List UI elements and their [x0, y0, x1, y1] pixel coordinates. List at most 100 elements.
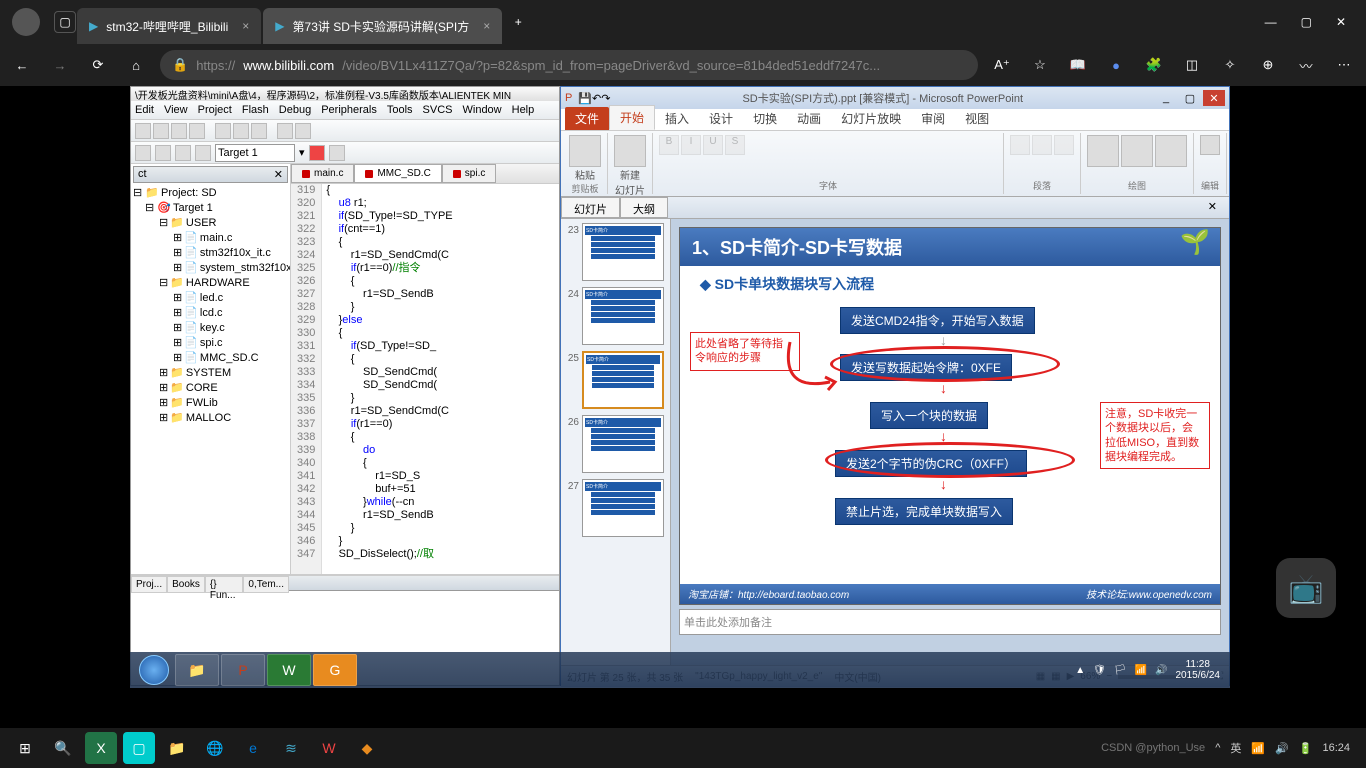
tree-folder[interactable]: ⊞ 📁 SYSTEM: [133, 365, 288, 380]
search-button[interactable]: 🔍: [47, 732, 79, 764]
minimize-icon[interactable]: ―: [1265, 15, 1277, 29]
ribbon-tab[interactable]: 设计: [699, 107, 743, 130]
source-code[interactable]: { u8 r1; if(SD_Type!=SD_TYPE if(cnt==1) …: [322, 184, 456, 574]
system-tray[interactable]: CSDN @python_Use ^ 英 📶 🔊 🔋 16:24: [1101, 740, 1360, 756]
profile-avatar[interactable]: [12, 8, 40, 36]
close-icon[interactable]: ✕: [1203, 90, 1225, 106]
tree-folder[interactable]: ⊞ 📁 FWLib: [133, 395, 288, 410]
cut-icon[interactable]: [215, 123, 231, 139]
ribbon[interactable]: 粘贴 剪贴板 新建 幻灯片 幻灯片 B I U S 字体: [561, 131, 1229, 197]
slide-panel-tabs[interactable]: 幻灯片 大纲 ✕: [561, 197, 1229, 219]
target-selector[interactable]: [215, 144, 295, 162]
tree-folder[interactable]: ⊟ 📁 HARDWARE: [133, 275, 288, 290]
collections-icon[interactable]: ⊕: [1254, 51, 1282, 79]
taskbar-app-excel[interactable]: X: [85, 732, 117, 764]
project-tree[interactable]: ct✕ ⊟ 📁 Project: SD ⊟ 🎯 Target 1 ⊟ 📁 USE…: [131, 164, 291, 574]
maximize-icon[interactable]: ▢: [1301, 15, 1312, 29]
tree-folder[interactable]: ⊟ 📁 USER: [133, 215, 288, 230]
slide-thumbnail[interactable]: 23SD卡简介: [565, 223, 666, 281]
home-button[interactable]: ⌂: [122, 51, 150, 79]
slide-thumbnail[interactable]: 25SD卡简介: [565, 351, 666, 409]
taskbar-app-vscode[interactable]: ≋: [275, 732, 307, 764]
taskbar-app-wps[interactable]: W: [313, 732, 345, 764]
clock[interactable]: 11:28 2015/6/24: [1176, 659, 1221, 681]
win11-taskbar[interactable]: ⊞ 🔍 X ▢ 📁 🌐 e ≋ W ◆ CSDN @python_Use ^ 英…: [0, 728, 1366, 768]
taskbar-app-ppt[interactable]: P: [221, 654, 265, 686]
tree-file[interactable]: ⊞ 📄 stm32f10x_it.c: [133, 245, 288, 260]
paste-icon[interactable]: [569, 135, 601, 167]
win7-taskbar[interactable]: 📁 P W G ▲ 🛡 🏳 📶 🔊 11:28 2015/6/24: [130, 652, 1230, 688]
newslide-icon[interactable]: [614, 135, 646, 167]
bilibili-float-icon[interactable]: 📺: [1276, 558, 1336, 618]
tray-chevron-icon[interactable]: ▲: [1075, 665, 1085, 676]
ribbon-tab[interactable]: 插入: [655, 107, 699, 130]
editor-tabs[interactable]: main.c MMC_SD.C spi.c: [291, 164, 559, 184]
taskbar-app-explorer[interactable]: 📁: [175, 654, 219, 686]
ribbon-tab[interactable]: 视图: [955, 107, 999, 130]
performance-icon[interactable]: 〰: [1292, 51, 1320, 79]
menu-item[interactable]: View: [164, 104, 188, 116]
maximize-icon[interactable]: ▢: [1179, 90, 1201, 106]
undo-icon[interactable]: [277, 123, 293, 139]
menu-item[interactable]: Project: [198, 104, 232, 116]
numbering-icon[interactable]: [1032, 135, 1052, 155]
ribbon-tab[interactable]: 动画: [787, 107, 831, 130]
bullets-icon[interactable]: [1010, 135, 1030, 155]
ribbon-tab[interactable]: 切换: [743, 107, 787, 130]
taskbar-app-edge[interactable]: e: [237, 732, 269, 764]
tree-folder[interactable]: ⊞ 📁 MALLOC: [133, 410, 288, 425]
outline-tab[interactable]: 大纲: [620, 197, 668, 218]
bold-icon[interactable]: B: [659, 135, 679, 155]
minimize-icon[interactable]: _: [1155, 90, 1177, 106]
menu-icon[interactable]: ⋯: [1330, 51, 1358, 79]
slide-thumbnails[interactable]: 23SD卡简介24SD卡简介25SD卡简介26SD卡简介27SD卡简介: [561, 219, 671, 665]
taskbar-app[interactable]: G: [313, 654, 357, 686]
editor-tab[interactable]: main.c: [291, 164, 354, 183]
tray-volume-icon[interactable]: 🔊: [1155, 665, 1167, 676]
video-player[interactable]: \开发板光盘资料\mini\A盘\4，程序源码\2，标准例程-V3.5库函数版本…: [130, 86, 1230, 688]
close-icon[interactable]: ✕: [1336, 15, 1346, 29]
menu-item[interactable]: Tools: [387, 104, 413, 116]
tree-file[interactable]: ⊞ 📄 system_stm32f10x.c: [133, 260, 288, 275]
browser-tab-1[interactable]: ▶ 第73讲 SD卡实验源码讲解(SPI方 ×: [263, 8, 502, 44]
taskbar-app-word[interactable]: W: [267, 654, 311, 686]
menu-item[interactable]: Debug: [279, 104, 311, 116]
close-icon[interactable]: ×: [242, 19, 249, 33]
target-node[interactable]: ⊟ 🎯 Target 1: [133, 200, 288, 215]
debug-icon[interactable]: [309, 145, 325, 161]
tree-file[interactable]: ⊞ 📄 key.c: [133, 320, 288, 335]
collections-icon[interactable]: 📖: [1064, 51, 1092, 79]
address-bar[interactable]: 🔒 https://www.bilibili.com/video/BV1Lx41…: [160, 50, 978, 80]
ribbon-tab[interactable]: 幻灯片放映: [831, 107, 911, 130]
italic-icon[interactable]: I: [681, 135, 701, 155]
menu-item[interactable]: Edit: [135, 104, 154, 116]
tray-network-icon[interactable]: 📶: [1135, 665, 1147, 676]
taskbar-app-chrome[interactable]: 🌐: [199, 732, 231, 764]
editor-tab[interactable]: MMC_SD.C: [354, 164, 441, 183]
ribbon-tabs[interactable]: 文件 开始 插入 设计 切换 动画 幻灯片放映 审阅 视图: [561, 109, 1229, 131]
tree-file[interactable]: ⊞ 📄 MMC_SD.C: [133, 350, 288, 365]
close-icon[interactable]: ×: [483, 19, 490, 33]
keil-menu-bar[interactable]: Edit View Project Flash Debug Peripheral…: [131, 101, 559, 120]
menu-item[interactable]: Flash: [242, 104, 269, 116]
new-tab-button[interactable]: +: [503, 15, 533, 29]
dropdown-icon[interactable]: ▾: [299, 146, 305, 159]
arrange-icon[interactable]: [1121, 135, 1153, 167]
slide-thumbnail[interactable]: 24SD卡简介: [565, 287, 666, 345]
taskbar-app[interactable]: ◆: [351, 732, 383, 764]
start-button[interactable]: ⊞: [9, 732, 41, 764]
underline-icon[interactable]: U: [703, 135, 723, 155]
redo-icon[interactable]: ↷: [601, 92, 610, 105]
favorite-icon[interactable]: ☆: [1026, 51, 1054, 79]
ribbon-tab[interactable]: 审阅: [911, 107, 955, 130]
build-icon[interactable]: [135, 145, 151, 161]
browser-tab-0[interactable]: ▶ stm32-哔哩哔哩_Bilibili ×: [77, 8, 261, 44]
stop-icon[interactable]: [195, 145, 211, 161]
keil-toolbar-2[interactable]: ▾: [131, 142, 559, 164]
new-icon[interactable]: [135, 123, 151, 139]
align-icon[interactable]: [1054, 135, 1074, 155]
taskbar-app[interactable]: ▢: [123, 732, 155, 764]
strike-icon[interactable]: S: [725, 135, 745, 155]
shapes-icon[interactable]: [1087, 135, 1119, 167]
ppt-titlebar[interactable]: P 💾 ↶ ↷ SD卡实验(SPI方式).ppt [兼容模式] - Micros…: [561, 87, 1229, 109]
